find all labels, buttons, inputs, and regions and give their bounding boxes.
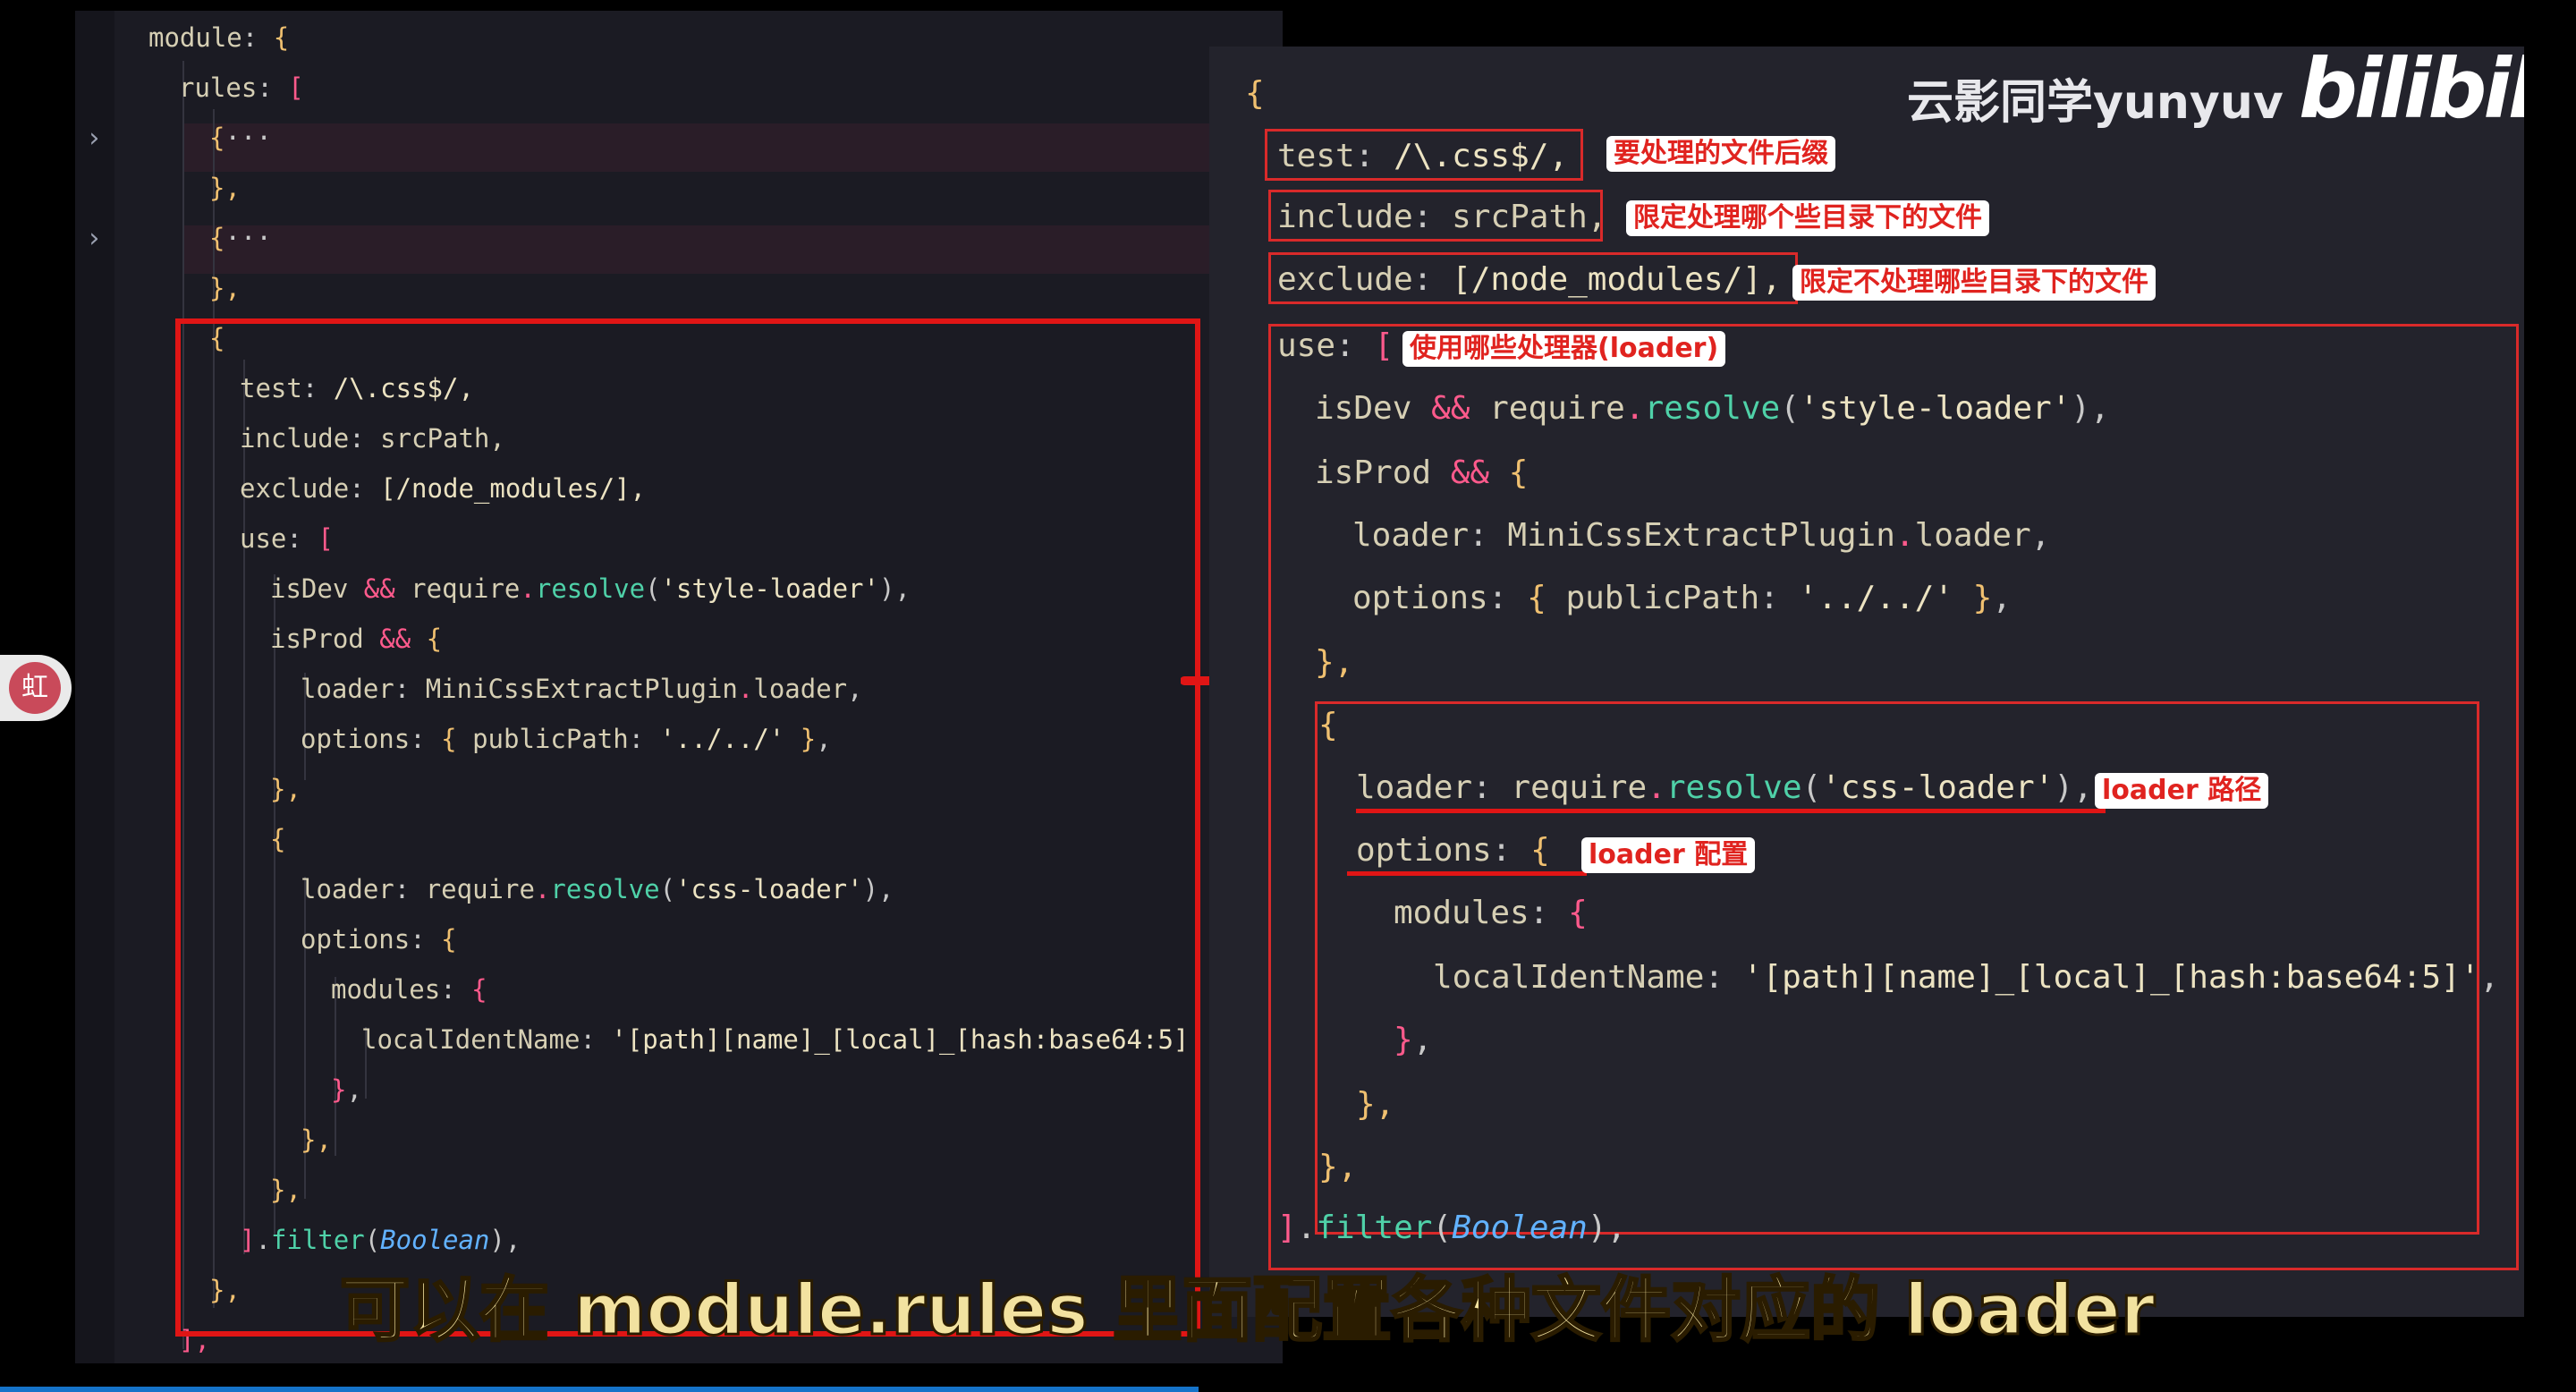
video-subtitle: 可以在 module.rules 里面配置各种文件对应的 loader: [338, 1269, 2156, 1353]
code-line: ].filter(Boolean),: [1277, 1210, 1627, 1246]
code-line: isDev && require.resolve('style-loader')…: [1315, 390, 2110, 427]
annotation-suffix: 要处理的文件后缀: [1606, 136, 1835, 172]
code-line: modules: {: [1394, 895, 1588, 931]
annotation-loader-path: loader 路径: [2095, 773, 2269, 809]
annotation-use: 使用哪些处理器(loader): [1402, 331, 1726, 367]
chevron-right-icon[interactable]: ›: [86, 125, 102, 152]
code-line: },: [209, 173, 241, 203]
highlight-frame: [175, 318, 1200, 1337]
code-line: {: [1318, 707, 1338, 743]
right-zoom-panel: 云影同学yunyuv bilibili { test: /\.css$/, 要处…: [1209, 47, 2524, 1317]
code-line: {: [1245, 75, 1265, 112]
collapsed-row-highlight: [182, 225, 1274, 274]
code-line: options: {: [1356, 832, 1550, 869]
code-line: options: { publicPath: '../../' },: [1352, 580, 2012, 616]
code-line: isProd && {: [1315, 454, 1529, 491]
collapsed-row-highlight: [182, 123, 1274, 172]
annotation-exclude: 限定不处理哪些目录下的文件: [1792, 265, 2156, 301]
code-line: {···: [209, 223, 272, 253]
code-line: loader: MiniCssExtractPlugin.loader,: [1352, 517, 2051, 554]
code-line: use: [: [1277, 327, 1394, 364]
underline: [1347, 871, 1587, 876]
code-line: },: [1356, 1086, 1395, 1123]
code-line: },: [1318, 1149, 1358, 1185]
progress-bar[interactable]: [0, 1387, 1199, 1392]
code-line: },: [209, 273, 241, 303]
annotation-include: 限定处理哪个些目录下的文件: [1626, 200, 1989, 236]
underline: [1356, 809, 2106, 813]
code-line: module: {: [148, 22, 290, 53]
code-line: include: srcPath,: [1277, 199, 1607, 235]
side-avatar-tab[interactable]: 虹: [0, 655, 72, 721]
annotation-loader-config: loader 配置: [1581, 837, 1756, 873]
code-line: rules: [: [179, 72, 304, 103]
bilibili-logo: bilibili: [2299, 47, 2524, 137]
code-line: {···: [209, 123, 272, 153]
code-line: localIdentName: '[path][name]_[local]_[h…: [1433, 959, 2500, 996]
editor-gutter: [75, 11, 114, 1363]
left-code-editor: module: { rules: [ {··· }, {··· }, { tes…: [75, 11, 1283, 1363]
code-line: loader: require.resolve('css-loader'),: [1356, 769, 2093, 806]
watermark-author: 云影同学yunyuv: [1907, 76, 2284, 130]
avatar[interactable]: 虹: [9, 662, 61, 714]
code-line: exclude: [/node_modules/],: [1277, 261, 1782, 298]
code-line: },: [1394, 1022, 1433, 1058]
code-line: },: [1315, 644, 1354, 681]
chevron-right-icon[interactable]: ›: [86, 225, 102, 252]
code-line: test: /\.css$/,: [1277, 138, 1569, 174]
